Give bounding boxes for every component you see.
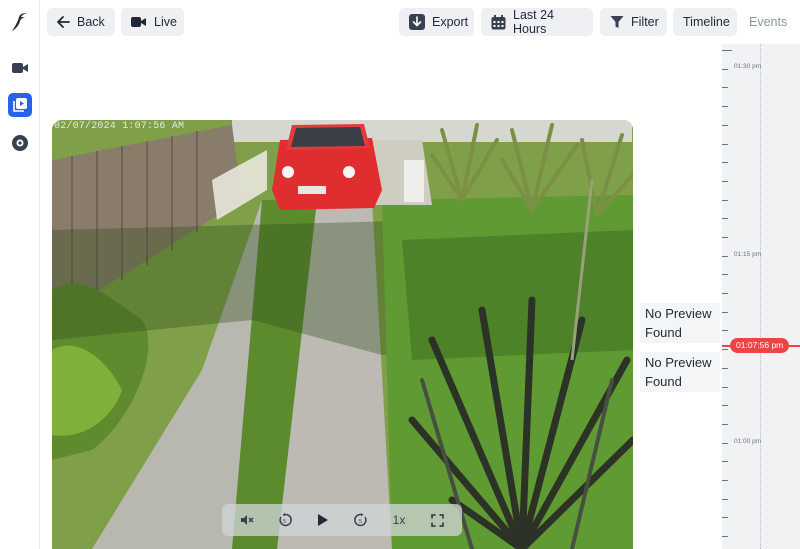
timeline-tick bbox=[722, 536, 728, 537]
timeline-tick bbox=[722, 368, 728, 369]
timeline-tick bbox=[722, 144, 728, 145]
filter-button[interactable]: Filter bbox=[600, 8, 667, 36]
timeline-tick bbox=[722, 218, 728, 219]
timeline-scrubber[interactable]: 01:30 pm 01:15 pm 01:00 pm 01:07:56 pm bbox=[722, 44, 800, 549]
play-icon bbox=[318, 514, 328, 526]
sidebar bbox=[0, 0, 40, 549]
timeline-tick bbox=[722, 181, 728, 182]
back-button[interactable]: Back bbox=[47, 8, 115, 36]
live-button[interactable]: Live bbox=[121, 8, 184, 36]
preview-text: No Preview Found bbox=[645, 306, 712, 340]
disc-icon bbox=[12, 135, 28, 151]
timeline-tick bbox=[722, 237, 728, 238]
timeline-tick bbox=[722, 405, 728, 406]
timeline-label: 01:15 pm bbox=[734, 251, 762, 258]
tab-events[interactable]: Events bbox=[740, 8, 800, 36]
timeline-tick bbox=[722, 480, 728, 481]
arrow-left-icon bbox=[57, 16, 70, 28]
filter-icon bbox=[610, 16, 624, 28]
back-label: Back bbox=[77, 15, 105, 29]
video-camera-icon bbox=[12, 63, 28, 73]
export-label: Export bbox=[432, 15, 469, 29]
timeline-tick bbox=[722, 200, 728, 201]
timeline-tick bbox=[722, 69, 728, 70]
filter-label: Filter bbox=[631, 15, 659, 29]
timeline-label: 01:30 pm bbox=[734, 63, 762, 70]
export-button[interactable]: Export bbox=[399, 8, 474, 36]
timeline-guide bbox=[760, 44, 761, 549]
rewind-5-icon: 5 bbox=[279, 513, 292, 527]
fullscreen-button[interactable] bbox=[425, 508, 449, 532]
mute-button[interactable] bbox=[235, 508, 259, 532]
play-library-icon bbox=[13, 98, 27, 112]
events-tab-label: Events bbox=[749, 15, 788, 29]
date-range-button[interactable]: Last 24 Hours bbox=[481, 8, 593, 36]
rewind-button[interactable]: 5 bbox=[273, 508, 297, 532]
bird-logo[interactable] bbox=[10, 11, 30, 33]
timeline-tick bbox=[722, 125, 728, 126]
calendar-icon bbox=[491, 14, 506, 29]
timeline-tick bbox=[722, 256, 728, 257]
timeline-tick bbox=[722, 162, 728, 163]
timeline-tick bbox=[722, 424, 728, 425]
tab-timeline[interactable]: Timeline bbox=[673, 8, 737, 36]
timeline-tick bbox=[722, 106, 728, 107]
timeline-label: 01:00 pm bbox=[734, 438, 762, 445]
svg-text:5: 5 bbox=[283, 519, 286, 525]
timeline-tick bbox=[722, 312, 728, 313]
preview-text: No Preview Found bbox=[645, 355, 712, 389]
forward-5-icon: 5 bbox=[354, 513, 367, 527]
sidebar-item-cameras[interactable] bbox=[8, 56, 32, 80]
svg-text:5: 5 bbox=[359, 519, 362, 525]
timeline-tick bbox=[722, 387, 728, 388]
forward-button[interactable]: 5 bbox=[349, 508, 373, 532]
timeline-tick bbox=[722, 349, 728, 350]
fullscreen-icon bbox=[430, 513, 444, 527]
video-camera-icon bbox=[131, 17, 146, 27]
sidebar-item-recordings[interactable] bbox=[8, 93, 32, 117]
timeline-tab-label: Timeline bbox=[683, 15, 730, 29]
timeline-tick bbox=[722, 50, 732, 51]
timeline-tick bbox=[722, 293, 728, 294]
live-label: Live bbox=[154, 15, 177, 29]
playback-controls: 5 5 1x bbox=[222, 504, 462, 536]
mute-icon bbox=[241, 515, 254, 525]
timeline-tick bbox=[722, 330, 728, 331]
timeline-tick bbox=[722, 274, 728, 275]
timeline-tick bbox=[722, 443, 728, 444]
timeline-tick bbox=[722, 461, 728, 462]
timeline-tick bbox=[722, 499, 728, 500]
video-timestamp: 02/07/2024 1:07:56 AM bbox=[54, 121, 185, 132]
play-button[interactable] bbox=[311, 508, 335, 532]
event-preview-2[interactable]: No Preview Found bbox=[640, 352, 720, 392]
download-icon bbox=[409, 14, 425, 30]
timeline-tick bbox=[722, 517, 728, 518]
date-range-label: Last 24 Hours bbox=[513, 8, 555, 36]
camera-frame bbox=[52, 120, 633, 549]
video-player[interactable]: 02/07/2024 1:07:56 AM 5 5 1x bbox=[52, 120, 633, 549]
speed-button[interactable]: 1x bbox=[387, 508, 411, 532]
event-preview-1[interactable]: No Preview Found bbox=[640, 303, 720, 343]
timeline-tick bbox=[722, 87, 728, 88]
sidebar-item-storage[interactable] bbox=[8, 131, 32, 155]
current-time-badge[interactable]: 01:07:56 pm bbox=[730, 338, 790, 353]
app-root: Back Live Export Last 24 Hours Filter Ti… bbox=[0, 0, 800, 549]
